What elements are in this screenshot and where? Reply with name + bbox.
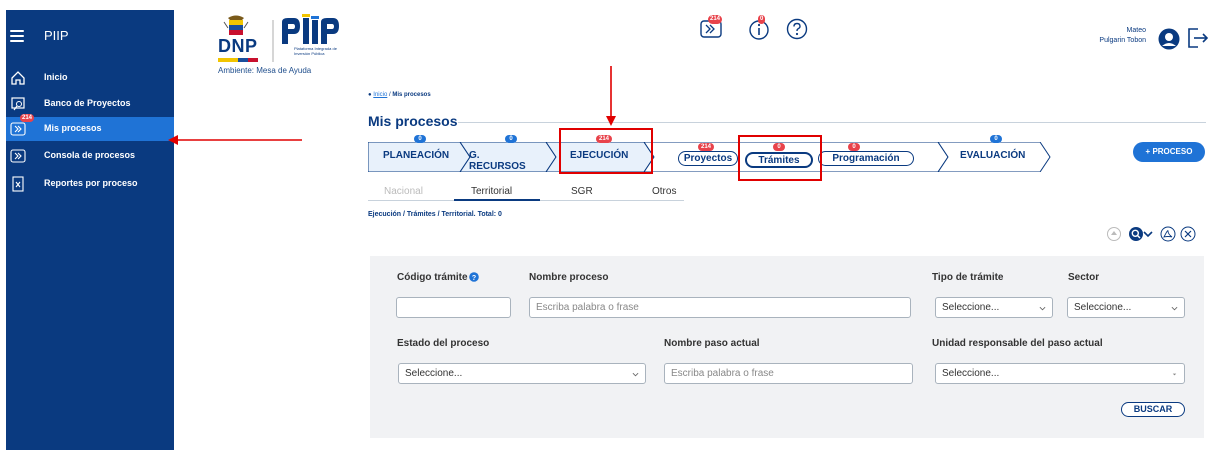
breadcrumb-current: Mis procesos xyxy=(392,92,431,98)
sidebar-item-label: Inicio xyxy=(44,72,68,82)
help-icon[interactable]: ? xyxy=(468,272,479,282)
header-processes-badge: 214 xyxy=(708,15,723,24)
report-icon xyxy=(12,176,24,192)
tab-nacional[interactable]: Nacional xyxy=(384,186,423,197)
chevron-down-icon xyxy=(632,372,639,377)
sidebar-item-mis-procesos[interactable]: 214 Mis procesos xyxy=(6,114,174,141)
results-summary: Ejecución / Trámites / Territorial. Tota… xyxy=(368,211,502,218)
paso-label: Nombre paso actual xyxy=(664,338,760,349)
home-small-icon: ● xyxy=(368,92,372,98)
sector-label: Sector xyxy=(1068,272,1100,283)
sidebar-item-label: Consola de procesos xyxy=(44,150,136,160)
codigo-label-text: Código trámite xyxy=(397,272,468,283)
chevron-down-icon xyxy=(1039,306,1046,311)
new-process-button[interactable]: + PROCESO xyxy=(1133,142,1205,162)
breadcrumb: ● Inicio / Mis procesos xyxy=(368,92,431,98)
sidebar-item-banco-de-proyectos[interactable]: Banco de Proyectos xyxy=(6,92,174,116)
chevron-down-icon[interactable] xyxy=(1142,226,1154,242)
sidebar-item-label: Reportes por proceso xyxy=(44,178,138,188)
home-icon xyxy=(11,71,25,85)
paso-actual-input[interactable]: Escriba palabra o frase xyxy=(664,363,913,384)
project-bank-icon xyxy=(11,97,25,111)
logo-subtitle: Plataforma Integrada de Inversión Públic… xyxy=(294,46,337,56)
tab-otros[interactable]: Otros xyxy=(652,186,676,197)
top-strip xyxy=(0,0,1208,10)
highlight-tramites xyxy=(738,135,822,181)
stage-evaluacion[interactable]: EVALUACIÓN xyxy=(960,150,1025,161)
stage-planeacion-badge: 0 xyxy=(414,135,426,143)
estado-label: Estado del proceso xyxy=(397,338,490,349)
sector-value: Seleccione... xyxy=(1074,302,1132,313)
dnp-logo: DNP Plataforma Integrada de Inversión Pú… xyxy=(218,14,348,74)
unidad-label: Unidad responsable del paso actual xyxy=(932,338,1103,349)
sidebar-item-consola-de-procesos[interactable]: Consola de procesos xyxy=(6,144,174,168)
logo-flag xyxy=(218,58,258,62)
logo-text: DNP xyxy=(218,36,258,56)
unidad-value: Seleccione... xyxy=(942,368,1000,379)
excel-icon[interactable] xyxy=(1180,226,1196,242)
nombre-proceso-label: Nombre proceso xyxy=(529,272,609,283)
sidebar-item-label: Banco de Proyectos xyxy=(44,98,131,108)
avatar-icon[interactable] xyxy=(1157,27,1181,51)
breadcrumb-separator: / xyxy=(388,92,391,98)
user-first-name: Mateo xyxy=(1126,27,1146,34)
svg-text:?: ? xyxy=(471,275,475,282)
sidebar-item-label: Mis procesos xyxy=(44,123,102,133)
stage-evaluacion-badge: 0 xyxy=(990,135,1002,143)
title-divider xyxy=(458,122,1206,123)
tipo-tramite-select[interactable]: Seleccione... xyxy=(935,297,1053,318)
sidebar-header: PIIP xyxy=(6,10,174,62)
page-title: Mis procesos xyxy=(368,113,458,129)
highlight-ejecucion xyxy=(559,128,653,174)
processes-count-badge: 214 xyxy=(20,114,35,122)
active-tab-indicator xyxy=(454,199,540,201)
tab-proyectos[interactable]: Proyectos xyxy=(678,151,738,166)
nombre-proceso-input[interactable]: Escriba palabra o frase xyxy=(529,297,911,318)
codigo-tramite-input[interactable] xyxy=(396,297,511,318)
sidebar-item-inicio[interactable]: Inicio xyxy=(6,66,174,90)
filter-panel: Código trámite? Nombre proceso Tipo de t… xyxy=(370,256,1204,438)
tab-territorial[interactable]: Territorial xyxy=(471,186,512,197)
sidebar-item-reportes-por-proceso[interactable]: Reportes por proceso xyxy=(6,172,174,196)
breadcrumb-home-link[interactable]: Inicio xyxy=(373,92,387,98)
environment-label: Ambiente: Mesa de Ayuda xyxy=(218,66,312,75)
annotation-arrow-down xyxy=(606,66,616,126)
user-last-name: Pulgarin Tobon xyxy=(1099,37,1146,44)
tab-programacion[interactable]: Programación xyxy=(818,151,914,166)
app-title: PIIP xyxy=(44,28,69,43)
menu-icon[interactable] xyxy=(10,30,24,42)
chevron-down-icon xyxy=(1171,306,1178,311)
unidad-select[interactable]: Seleccione... xyxy=(935,363,1185,384)
estado-select[interactable]: Seleccione... xyxy=(398,363,646,384)
processes-icon xyxy=(10,122,26,136)
my-processes-header-button[interactable]: 214 xyxy=(700,15,726,44)
annotation-arrow-left xyxy=(168,135,302,145)
stage-g-recursos[interactable]: G. RECURSOS xyxy=(469,150,526,172)
chevron-down-icon xyxy=(1172,373,1177,376)
stage-planeacion[interactable]: PLANEACIÓN xyxy=(383,150,449,161)
sector-select[interactable]: Seleccione... xyxy=(1067,297,1185,318)
estado-value: Seleccione... xyxy=(405,368,463,379)
codigo-label: Código trámite? xyxy=(397,272,479,283)
upload-icon[interactable] xyxy=(1106,226,1122,242)
help-button[interactable] xyxy=(786,18,812,44)
tab-sgr[interactable]: SGR xyxy=(571,186,593,197)
tipo-tramite-value: Seleccione... xyxy=(942,302,1000,313)
user-name[interactable]: Mateo Pulgarin Tobon xyxy=(1099,26,1146,46)
stage-g-recursos-badge: 0 xyxy=(505,135,517,143)
console-icon xyxy=(10,149,26,163)
help-icon xyxy=(786,18,808,40)
app-window: PIIP Inicio Banco de Proyectos 214 Mis p… xyxy=(0,0,1208,450)
tipo-tramite-label: Tipo de trámite xyxy=(932,272,1004,283)
search-button[interactable]: BUSCAR xyxy=(1121,402,1185,417)
tab-programacion-badge: 0 xyxy=(848,143,860,151)
sidebar: PIIP Inicio Banco de Proyectos 214 Mis p… xyxy=(6,10,174,450)
info-button[interactable]: 0 xyxy=(748,15,774,44)
tab-proyectos-badge: 214 xyxy=(698,143,714,151)
logout-icon[interactable] xyxy=(1186,26,1208,50)
pdf-icon[interactable] xyxy=(1160,226,1176,242)
header-info-badge: 0 xyxy=(758,15,766,24)
